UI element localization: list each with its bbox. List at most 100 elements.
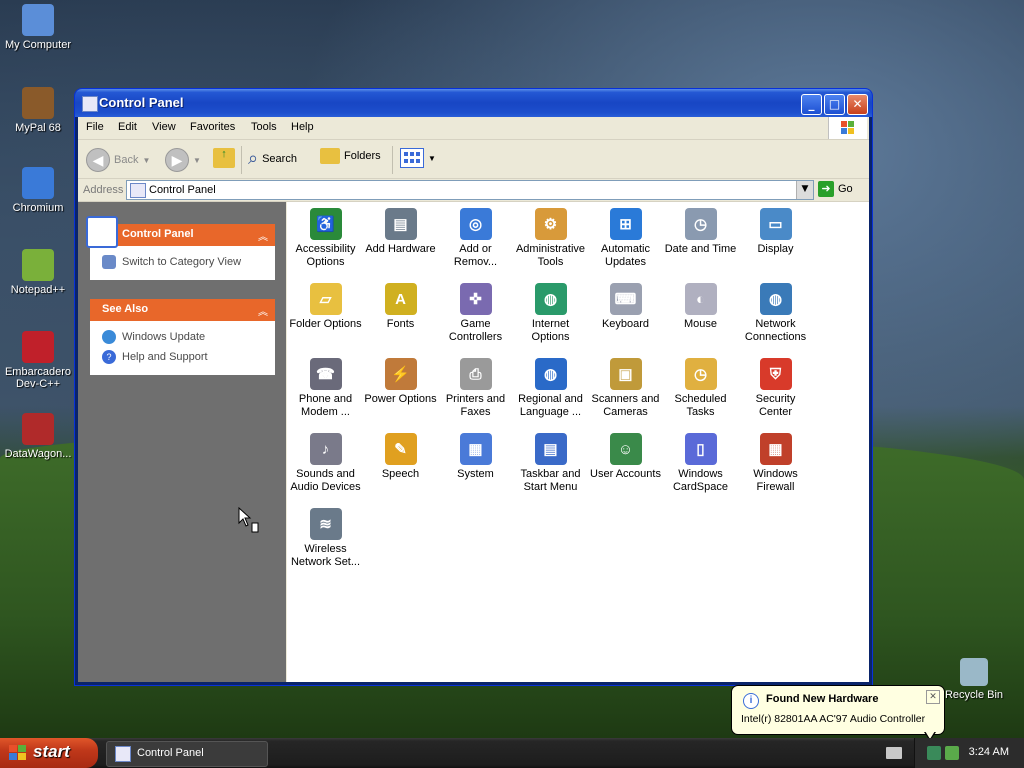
item-label-line2: Tools: [537, 256, 564, 268]
item-label-line2: Firewall: [756, 481, 795, 493]
desktop-icon[interactable]: Chromium: [0, 167, 76, 214]
control-panel-item[interactable]: ▣ Scanners and Cameras: [588, 354, 663, 419]
control-panel-item-icon: ⚙: [534, 208, 567, 240]
control-panel-item[interactable]: ♪ Sounds and Audio Devices: [288, 429, 363, 494]
windows-update-link[interactable]: Windows Update: [102, 327, 265, 347]
control-panel-window: Control Panel _ □ ✕ File Edit View Favor…: [75, 89, 872, 685]
keyboard-tray-icon[interactable]: [886, 747, 902, 759]
control-panel-item[interactable]: ✎ Speech: [363, 429, 438, 481]
control-panel-item[interactable]: ⚙ Administrative Tools: [513, 204, 588, 269]
forward-arrow-icon: ▶: [165, 148, 189, 172]
control-panel-item[interactable]: ◍ Internet Options: [513, 279, 588, 344]
item-label-line2: Connections: [744, 331, 807, 343]
control-panel-item[interactable]: ✜ Game Controllers: [438, 279, 513, 344]
collapse-chevron-icon[interactable]: ︽: [257, 303, 269, 318]
control-panel-item[interactable]: ♿ Accessibility Options: [288, 204, 363, 269]
item-label-line1: Keyboard: [601, 318, 650, 330]
control-panel-item[interactable]: ▦ System: [438, 429, 513, 481]
control-panel-item[interactable]: ▭ Display: [738, 204, 813, 256]
close-button[interactable]: ✕: [847, 94, 868, 115]
control-panel-item[interactable]: ⌨ Keyboard: [588, 279, 663, 331]
back-button[interactable]: ◀ Back ▼: [86, 148, 150, 172]
item-label-line1: Power Options: [364, 393, 437, 405]
start-label: start: [33, 742, 70, 761]
control-panel-item[interactable]: ⎙ Printers and Faxes: [438, 354, 513, 419]
category-view-icon: [102, 255, 116, 269]
menu-help[interactable]: Help: [291, 121, 314, 133]
folders-button[interactable]: Folders: [320, 148, 381, 164]
menu-tools[interactable]: Tools: [251, 121, 277, 133]
control-panel-item[interactable]: ⊞ Automatic Updates: [588, 204, 663, 269]
control-panel-item-icon: ▦: [759, 433, 792, 465]
desktop-icon[interactable]: DataWagon...: [0, 413, 76, 460]
control-panel-item[interactable]: ≋ Wireless Network Set...: [288, 504, 363, 569]
collapse-chevron-icon[interactable]: ︽: [257, 228, 269, 243]
menu-view[interactable]: View: [152, 121, 176, 133]
up-folder-button[interactable]: ↑: [213, 148, 235, 168]
control-panel-item[interactable]: ◷ Date and Time: [663, 204, 738, 256]
views-icon: [400, 148, 424, 168]
control-panel-item-icon: ◍: [759, 283, 792, 315]
views-button[interactable]: ▼: [400, 148, 436, 168]
control-panel-item-icon: ▣: [609, 358, 642, 390]
go-button[interactable]: ➜ Go: [818, 181, 853, 197]
control-panel-item[interactable]: ◐ Mouse: [663, 279, 738, 331]
control-panel-item[interactable]: ▱ Folder Options: [288, 279, 363, 331]
item-label-line2: Tasks: [686, 406, 715, 418]
control-panel-item-icon: ▭: [759, 208, 792, 240]
control-panel-item[interactable]: ◍ Network Connections: [738, 279, 813, 344]
control-panel-item[interactable]: ⚡ Power Options: [363, 354, 438, 406]
help-support-link[interactable]: ? Help and Support: [102, 347, 265, 367]
address-dropdown-icon[interactable]: ▼: [796, 181, 813, 199]
control-panel-item-icon: ≋: [309, 508, 342, 540]
desktop-icon[interactable]: MyPal 68: [0, 87, 76, 134]
forward-button[interactable]: ▶ ▼: [165, 148, 201, 172]
desktop-icon[interactable]: My Computer: [0, 4, 76, 51]
recycle-bin-icon[interactable]: Recycle Bin: [936, 658, 1012, 701]
window-body: File Edit View Favorites Tools Help ◀ Ba…: [78, 117, 869, 682]
window-title: Control Panel: [99, 95, 184, 110]
balloon-close-icon[interactable]: ✕: [926, 690, 940, 704]
address-input[interactable]: Control Panel ▼: [126, 180, 814, 200]
title-bar[interactable]: Control Panel _ □ ✕: [75, 89, 872, 117]
menu-file[interactable]: File: [86, 121, 104, 133]
desktop-icon[interactable]: Embarcadero Dev-C++: [0, 331, 76, 390]
control-panel-item[interactable]: ▤ Taskbar and Start Menu: [513, 429, 588, 494]
clock[interactable]: 3:24 AM: [969, 746, 1009, 758]
item-label-line1: Sounds and: [296, 468, 355, 480]
control-panel-item[interactable]: ◷ Scheduled Tasks: [663, 354, 738, 419]
control-panel-item[interactable]: ◍ Regional and Language ...: [513, 354, 588, 419]
control-panel-item[interactable]: ▦ Windows Firewall: [738, 429, 813, 494]
control-panel-item[interactable]: ▤ Add Hardware: [363, 204, 438, 256]
control-panel-item[interactable]: ☺ User Accounts: [588, 429, 663, 481]
start-button[interactable]: start: [0, 738, 98, 768]
item-label-line2: Cameras: [603, 406, 648, 418]
windows-logo-icon: [828, 117, 867, 139]
see-also-box-header[interactable]: See Also ︽: [90, 299, 275, 321]
notification-balloon[interactable]: i Found New Hardware Intel(r) 82801AA AC…: [731, 685, 945, 735]
menu-edit[interactable]: Edit: [118, 121, 137, 133]
item-label-line2: Audio Devices: [290, 481, 361, 493]
minimize-button[interactable]: _: [801, 94, 822, 115]
menu-bar: File Edit View Favorites Tools Help: [78, 117, 869, 140]
network-tray-icon[interactable]: [927, 746, 941, 760]
switch-category-view-link[interactable]: Switch to Category View: [102, 252, 265, 272]
control-panel-item[interactable]: ▯ Windows CardSpace: [663, 429, 738, 494]
control-panel-item[interactable]: ☎ Phone and Modem ...: [288, 354, 363, 419]
control-panel-box-header[interactable]: Control Panel ︽: [86, 216, 275, 248]
search-button[interactable]: ⌕ Search: [248, 148, 297, 169]
control-panel-item-icon: ✜: [459, 283, 492, 315]
address-value: Control Panel: [149, 184, 216, 196]
item-label-line1: Printers and: [445, 393, 506, 405]
desktop-icon-image: [22, 331, 54, 363]
item-label-line1: Wireless: [304, 543, 347, 555]
control-panel-item[interactable]: ◎ Add or Remov...: [438, 204, 513, 269]
item-label-line2: Start Menu: [523, 481, 578, 493]
desktop-icon[interactable]: Notepad++: [0, 249, 76, 296]
control-panel-item[interactable]: ⛨ Security Center: [738, 354, 813, 419]
taskbar-control-panel-button[interactable]: Control Panel: [106, 741, 268, 767]
hardware-tray-icon[interactable]: [945, 746, 959, 760]
control-panel-item[interactable]: A Fonts: [363, 279, 438, 331]
maximize-button[interactable]: □: [824, 94, 845, 115]
menu-favorites[interactable]: Favorites: [190, 121, 235, 133]
